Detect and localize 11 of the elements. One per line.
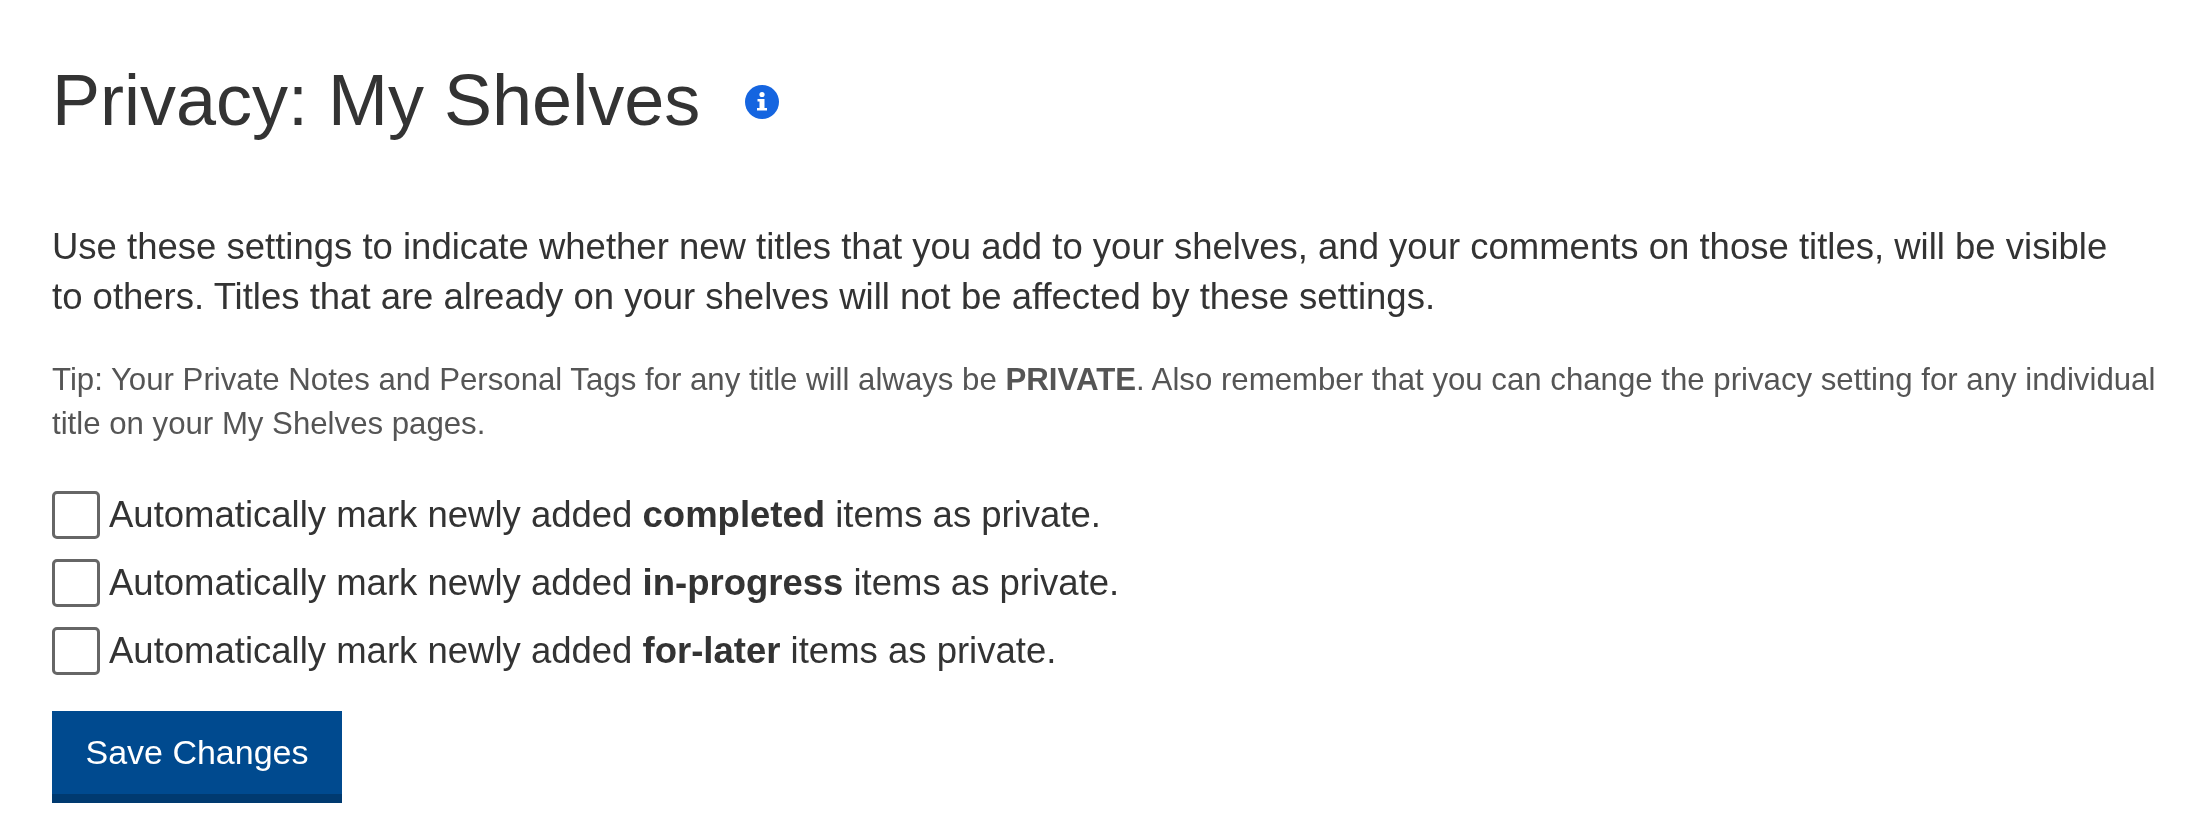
info-icon[interactable] — [745, 85, 780, 119]
option-label[interactable]: Automatically mark newly added completed items as private. — [109, 491, 1101, 539]
checkbox[interactable] — [52, 491, 100, 539]
intro-paragraph: Use these settings to indicate whether new titles that you add to your shelves, and your comments on those titles, will be visible to others. Titles that are already on your shelves will not be affected by these settings. — [52, 225, 2109, 319]
tip-paragraph: Tip: Your Private Notes and Personal Tags for any title will always be PRIVATE. Also remember that you can change the privacy setting for any individual title on your My Shelves pages. — [52, 361, 2157, 443]
save-changes-button[interactable]: Save Changes — [52, 711, 342, 803]
page-title: Privacy: My Shelves — [52, 59, 701, 142]
option-label[interactable]: Automatically mark newly added in-progress items as private. — [109, 559, 1120, 607]
option-label[interactable]: Automatically mark newly added for-later items as private. — [109, 627, 1057, 675]
checkbox[interactable] — [52, 559, 100, 607]
checkbox[interactable] — [52, 627, 100, 675]
